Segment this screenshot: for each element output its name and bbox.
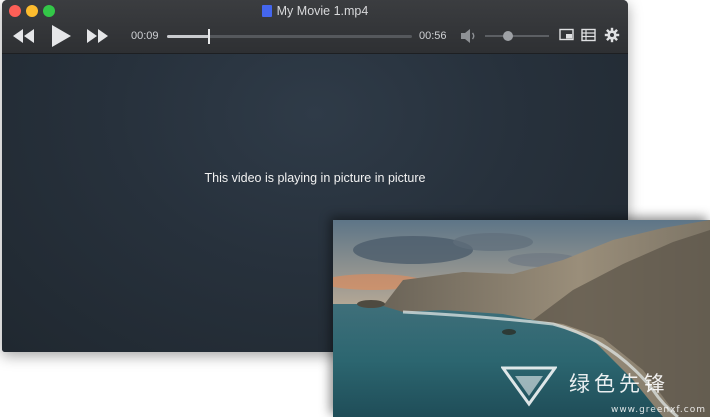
- playlist-button[interactable]: [581, 28, 597, 48]
- progress-scrubber[interactable]: [167, 29, 412, 44]
- window-title-text: My Movie 1.mp4: [276, 4, 369, 18]
- watermark-text: 绿色先锋: [569, 372, 669, 396]
- playhead-handle[interactable]: [207, 29, 210, 44]
- settings-button[interactable]: [604, 27, 620, 47]
- watermark-logo: [501, 366, 557, 407]
- movie-file-icon: [261, 5, 272, 17]
- mute-button[interactable]: [460, 28, 478, 48]
- pip-status-message: This video is playing in picture in pict…: [204, 171, 426, 185]
- picture-in-picture-icon: [559, 28, 574, 41]
- picture-in-picture-button[interactable]: [559, 28, 575, 48]
- window-title: My Movie 1.mp4: [2, 4, 628, 18]
- play-button[interactable]: [49, 23, 73, 49]
- fast-forward-button[interactable]: [86, 26, 110, 46]
- titlebar[interactable]: My Movie 1.mp4 00:09 00:56: [2, 0, 628, 54]
- fast-forward-icon: [87, 29, 108, 43]
- volume-handle[interactable]: [503, 31, 514, 41]
- rewind-icon: [13, 29, 34, 43]
- speaker-icon: [461, 29, 475, 43]
- volume-slider[interactable]: [485, 31, 549, 41]
- watermark-url: www.greenxf.com: [610, 405, 706, 415]
- elapsed-time: 00:09: [131, 30, 159, 42]
- play-icon: [52, 25, 71, 47]
- progress-fill: [167, 35, 209, 38]
- picture-in-picture-window[interactable]: 绿色先锋 www.greenxf.com: [333, 220, 710, 417]
- total-time: 00:56: [419, 30, 447, 42]
- gear-icon: [604, 27, 620, 43]
- list-icon: [581, 28, 596, 42]
- rewind-button[interactable]: [12, 26, 36, 46]
